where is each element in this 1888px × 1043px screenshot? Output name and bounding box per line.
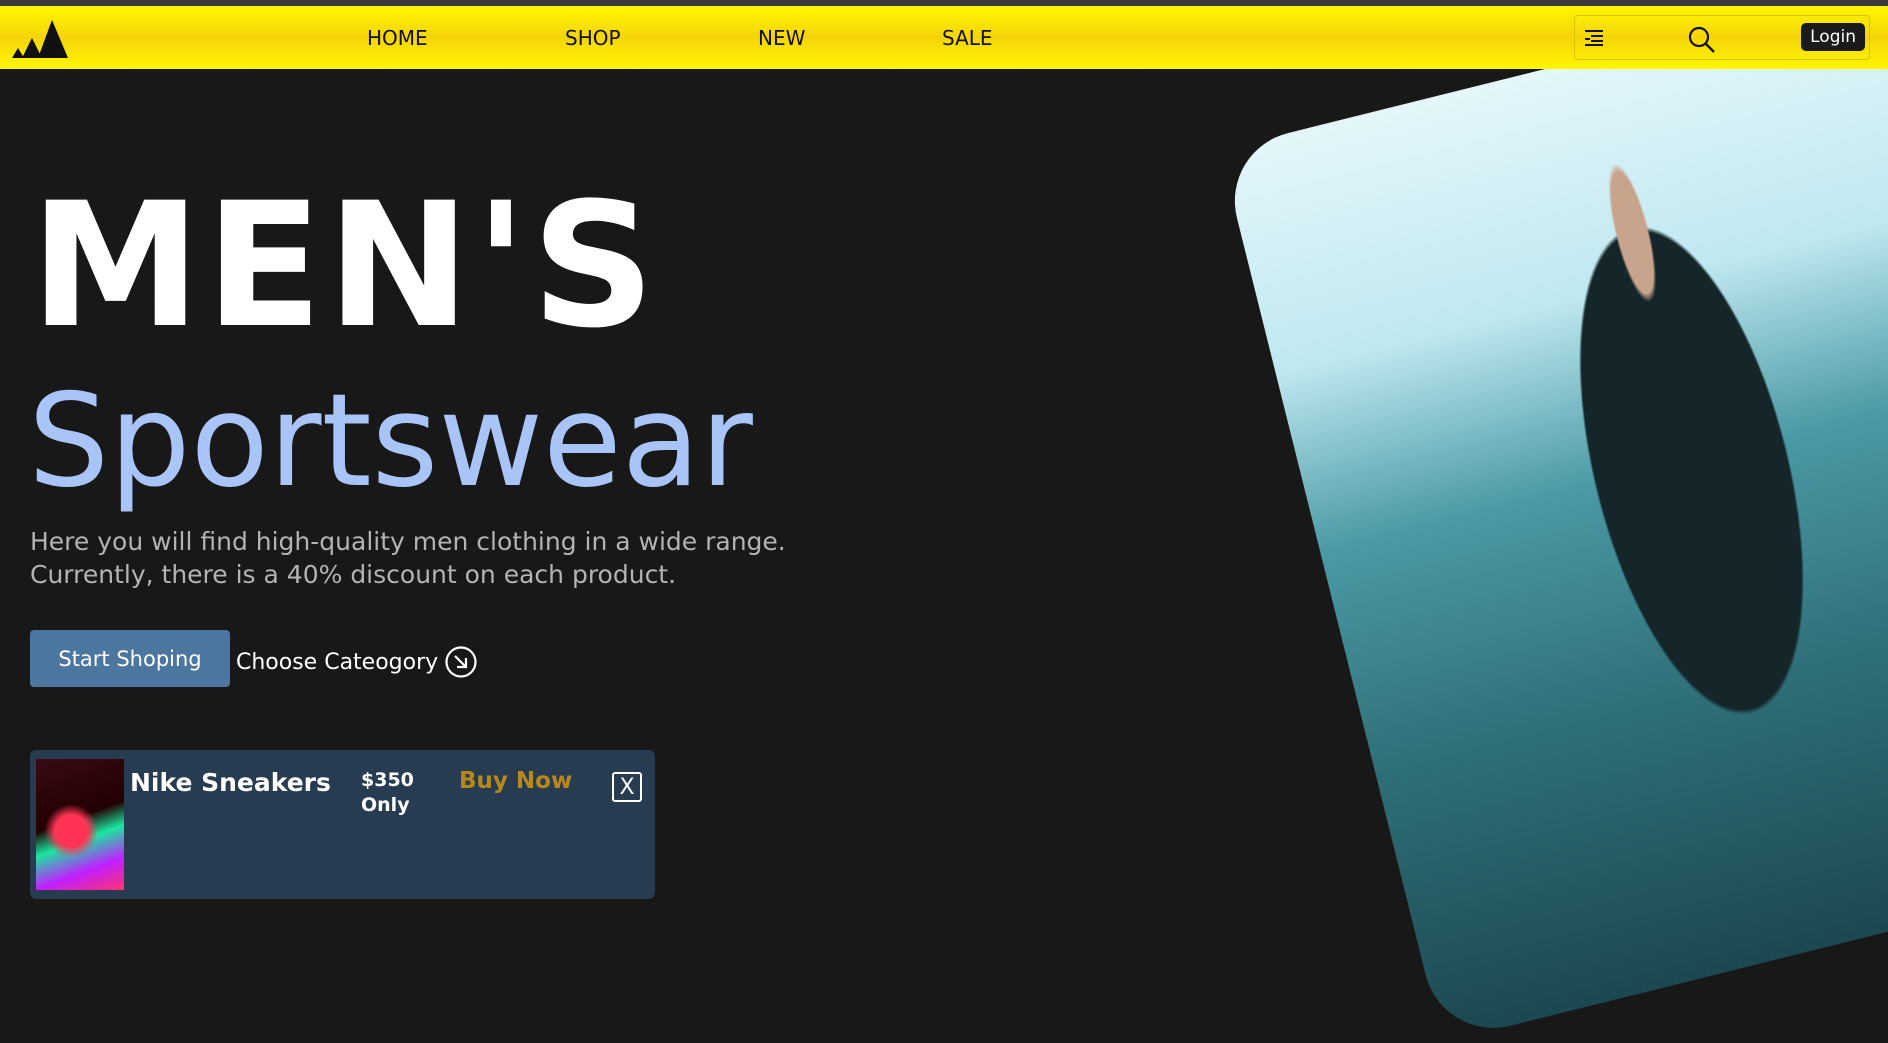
- nav-home[interactable]: HOME: [367, 26, 428, 50]
- nav-shop[interactable]: SHOP: [565, 26, 621, 50]
- product-name: Nike Sneakers: [130, 768, 331, 797]
- arrow-down-right-circle-icon: [445, 646, 477, 678]
- menu-icon[interactable]: [1583, 28, 1605, 48]
- nav-sale[interactable]: SALE: [942, 26, 993, 50]
- price-suffix: Only: [361, 794, 410, 816]
- login-button[interactable]: Login: [1801, 23, 1865, 51]
- choose-category-label: Choose Cateogory: [236, 649, 439, 675]
- hero-image: [1220, 0, 1888, 1043]
- nav-new[interactable]: NEW: [758, 26, 805, 50]
- start-shopping-button[interactable]: Start Shoping: [30, 630, 230, 687]
- product-thumbnail: [36, 759, 124, 890]
- description-line: Here you will find high-quality men clot…: [30, 527, 786, 556]
- brand-logo-icon[interactable]: [12, 20, 74, 60]
- model-figure: [1469, 128, 1888, 881]
- description-line: Currently, there is a 40% discount on ea…: [30, 560, 677, 589]
- price-value: $350: [361, 769, 414, 791]
- search-icon[interactable]: [1687, 25, 1717, 55]
- promo-card: Nike Sneakers $350 Only Buy Now X: [30, 750, 655, 899]
- product-price: $350 Only: [361, 768, 414, 818]
- site-header: HOME SHOP NEW SALE Login: [0, 6, 1888, 69]
- choose-category-link[interactable]: Choose Cateogory: [236, 645, 478, 679]
- hero-title: MEN'S: [30, 165, 660, 366]
- buy-now-link[interactable]: Buy Now: [459, 768, 572, 794]
- hero-description: Here you will find high-quality men clot…: [30, 525, 786, 591]
- close-icon[interactable]: X: [612, 772, 642, 802]
- hero-subtitle: Sportswear: [28, 367, 753, 516]
- header-tools: Login: [1574, 15, 1870, 60]
